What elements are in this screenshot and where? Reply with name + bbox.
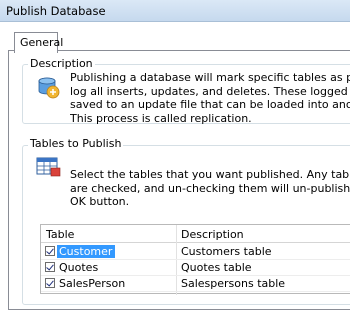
window-title: Publish Database bbox=[6, 4, 106, 18]
description-text: Publishing a database will mark specific… bbox=[70, 71, 350, 125]
table-description-cell[interactable]: Quotes table bbox=[181, 261, 252, 274]
table-description-cell[interactable]: Customers table bbox=[181, 245, 272, 258]
row-divider bbox=[41, 259, 350, 260]
row-divider bbox=[41, 291, 350, 292]
table-grid-icon bbox=[36, 157, 61, 177]
grid-header: Table Description bbox=[41, 225, 350, 243]
instructions-line: are checked, and un-checking them will u… bbox=[70, 181, 350, 195]
table-name-cell[interactable]: SalesPerson bbox=[57, 277, 128, 290]
publish-checkbox[interactable] bbox=[45, 246, 55, 256]
description-line: saved to an update file that can be load… bbox=[70, 98, 350, 111]
table-row[interactable]: Quotes Quotes table bbox=[41, 261, 350, 274]
instructions-line: Select the tables that you want publishe… bbox=[70, 168, 350, 181]
tables-grid[interactable]: Table Description Customer Customers tab… bbox=[40, 224, 350, 295]
row-divider bbox=[41, 275, 350, 276]
publish-checkbox[interactable] bbox=[45, 278, 55, 288]
column-header-table[interactable]: Table bbox=[46, 228, 74, 241]
instructions-line: OK button. bbox=[70, 195, 130, 208]
description-line: Publishing a database will mark specific… bbox=[70, 71, 350, 84]
table-row[interactable]: Customer Customers table bbox=[41, 245, 350, 258]
tables-instructions-text: Select the tables that you want publishe… bbox=[70, 168, 350, 209]
publish-checkbox[interactable] bbox=[45, 262, 55, 272]
title-bar[interactable]: Publish Database bbox=[0, 0, 350, 22]
table-name-cell[interactable]: Customer bbox=[57, 245, 116, 258]
table-row[interactable]: SalesPerson Salespersons table bbox=[41, 277, 350, 290]
column-header-description[interactable]: Description bbox=[181, 228, 244, 241]
description-line: log all inserts, updates, and deletes. T… bbox=[70, 84, 350, 98]
description-group-title: Description bbox=[28, 57, 95, 70]
publish-database-window: Publish Database General Description Pub… bbox=[0, 0, 350, 310]
description-line: This process is called replication. bbox=[70, 111, 252, 125]
database-publish-icon bbox=[38, 77, 60, 99]
tables-group-title: Tables to Publish bbox=[28, 137, 124, 150]
tab-general[interactable]: General bbox=[14, 32, 63, 53]
tab-strip: General bbox=[0, 22, 350, 53]
table-description-cell[interactable]: Salespersons table bbox=[181, 277, 285, 290]
table-name-cell[interactable]: Quotes bbox=[57, 261, 101, 274]
